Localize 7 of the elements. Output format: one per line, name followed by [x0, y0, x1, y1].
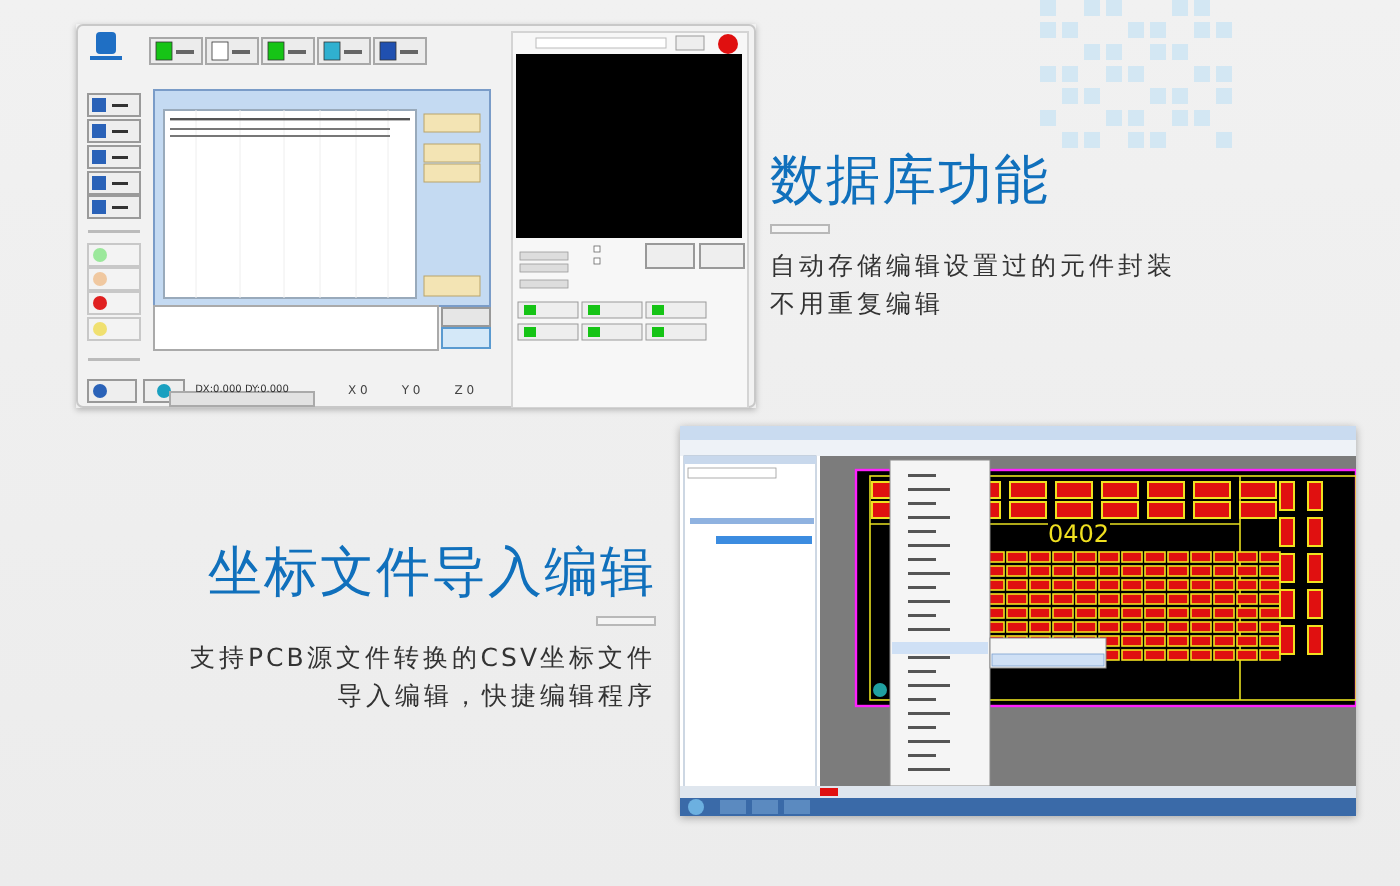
feature-title: 坐标文件导入编辑 [208, 540, 656, 608]
title-underline [770, 224, 830, 234]
feature-description: 自动存储编辑设置过的元件封装 不用重复编辑 [770, 248, 1176, 322]
feature-description: 支持PCB源文件转换的CSV坐标文件 导入编辑，快捷编辑程序 [189, 640, 656, 714]
board-label: 0402 [1048, 522, 1110, 548]
feature-title: 数据库功能 [770, 148, 1052, 216]
title-underline [596, 616, 656, 626]
